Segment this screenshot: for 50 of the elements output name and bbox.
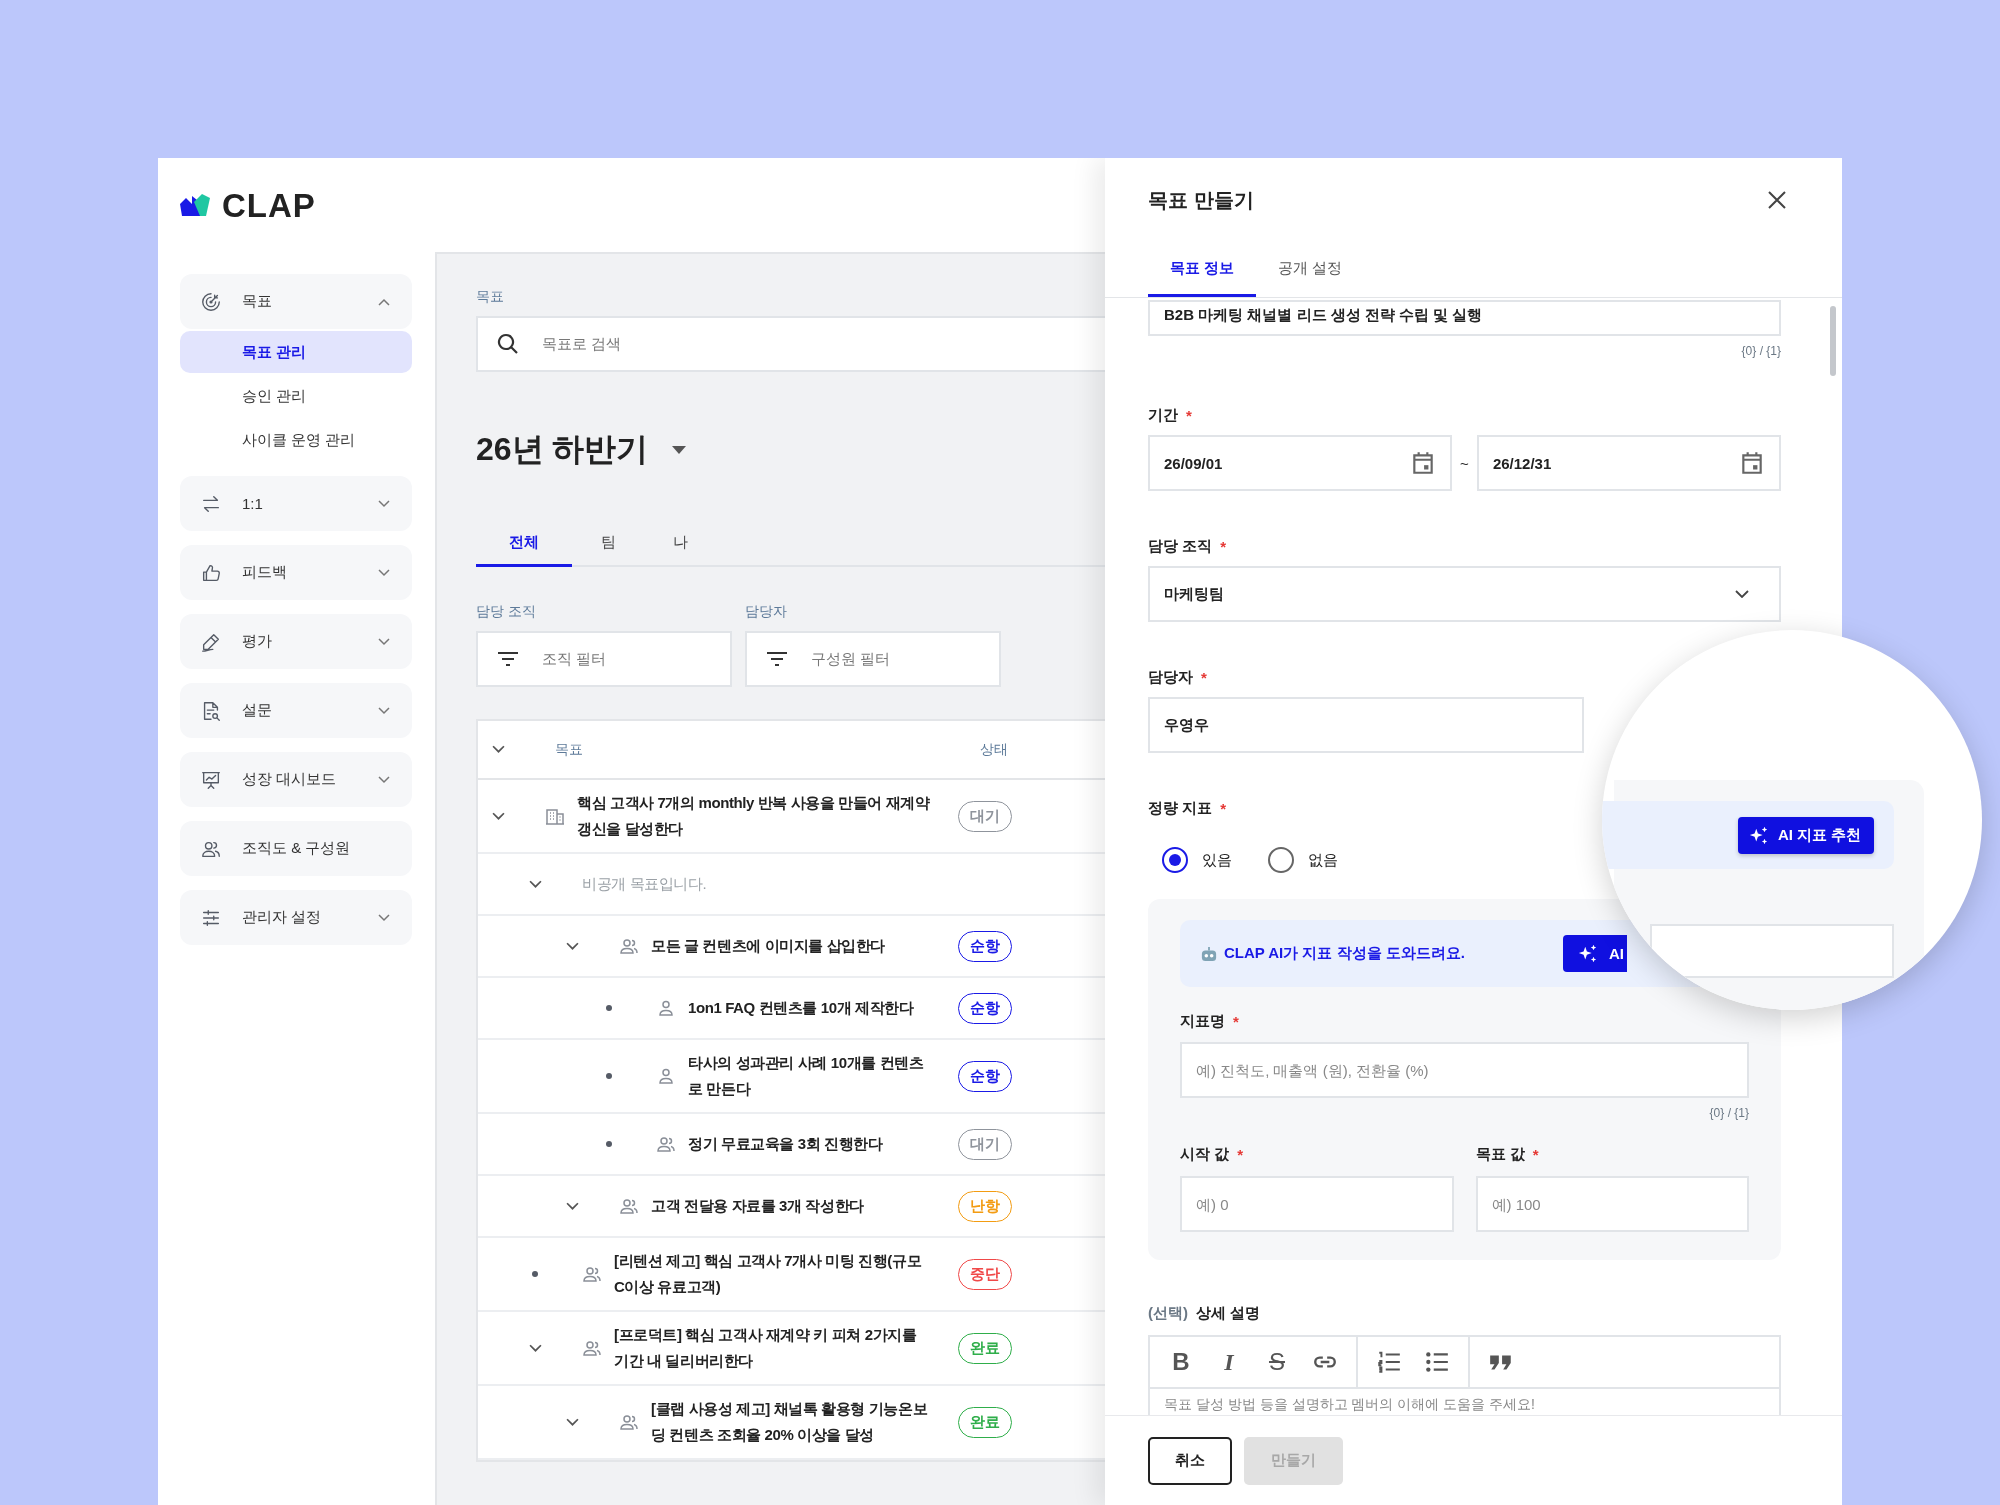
goal-text: 모든 글 컨텐츠에 이미지를 삽입한다 (651, 936, 886, 956)
field-label: 기간 (1148, 405, 1178, 425)
logo-text: CLAP (222, 191, 316, 221)
goal-text: 비공개 목표입니다. (582, 874, 707, 894)
goal-text: 고객 전달용 자료를 3개 작성한다 (651, 1196, 864, 1216)
field-label: 정량 지표 (1148, 798, 1213, 818)
banner-text: CLAP AI가 지표 작성을 도와드려요. (1224, 944, 1465, 963)
goal-text: 타사의 성과관리 사례 10개를 컨텐츠로 만든다 (688, 1053, 925, 1099)
goal-text: 1on1 FAQ 컨텐츠를 10개 제작한다 (688, 998, 914, 1018)
radio-label: 있음 (1202, 850, 1232, 870)
status-tag: 대기 (958, 800, 1012, 832)
field-label: 상세 설명 (1196, 1303, 1261, 1323)
status-tag: 완료 (958, 1332, 1012, 1364)
field-label: 지표명 (1180, 1011, 1225, 1031)
status-tag: 완료 (958, 1406, 1012, 1438)
character-counter: {0} / {1} (1708, 1106, 1749, 1120)
radio-label: 없음 (1308, 850, 1338, 870)
required-mark: * (1233, 1012, 1239, 1030)
drawer-title: 목표 만들기 (1148, 187, 1254, 213)
required-mark: * (1220, 799, 1226, 817)
status-tag: 순항 (958, 1060, 1012, 1092)
status-tag: 중단 (958, 1258, 1012, 1290)
required-mark: * (1237, 1145, 1243, 1163)
status-tag: 난항 (958, 1190, 1012, 1222)
column-header: 목표 (555, 740, 583, 759)
required-mark: * (1201, 668, 1207, 686)
goal-text: [클랩 사용성 제고] 채널톡 활용형 기능온보딩 컨텐츠 조회율 20% 이상을 달성 (651, 1399, 929, 1445)
filter-label: 담당 조직 (476, 602, 537, 621)
search-label: 목표 (476, 287, 505, 306)
range-separator: ~ (1460, 454, 1469, 472)
character-counter: {0} / {1} (1740, 344, 1781, 358)
period-title: 26년 하반기 (476, 430, 649, 469)
goal-text: [리텐션 제고] 핵심 고객사 7개사 미팅 진행(규모 C이상 유료고객) (614, 1251, 923, 1297)
goal-text: 핵심 고객사 7개의 monthly 반복 사용을 만들어 재계약 갱신을 달성한다 (577, 793, 930, 839)
filter-label: 담당자 (745, 602, 788, 621)
column-header: 상태 (980, 740, 1008, 759)
field-label: 목표 값 (1475, 1144, 1525, 1164)
field-label: 담당 조직 (1148, 536, 1213, 556)
required-mark: * (1186, 406, 1192, 424)
required-mark: * (1220, 537, 1226, 555)
status-tag: 대기 (958, 1128, 1012, 1160)
status-tag: 순항 (958, 930, 1012, 962)
field-label: 시작 값 (1180, 1144, 1230, 1164)
field-label: 담당자 (1148, 667, 1193, 687)
status-tag: 순항 (958, 992, 1012, 1024)
goal-text: [프로덕트] 핵심 고객사 재계약 키 피쳐 2가지를 기간 내 딜리버리한다 (614, 1325, 918, 1371)
goal-text: 정기 무료교육을 3회 진행한다 (688, 1134, 883, 1154)
editor-placeholder: 목표 달성 방법 등을 설명하고 멤버의 이해에 도움을 주세요! (1163, 1395, 1536, 1414)
optional-tag: (선택) (1148, 1303, 1188, 1323)
required-mark: * (1532, 1145, 1539, 1163)
